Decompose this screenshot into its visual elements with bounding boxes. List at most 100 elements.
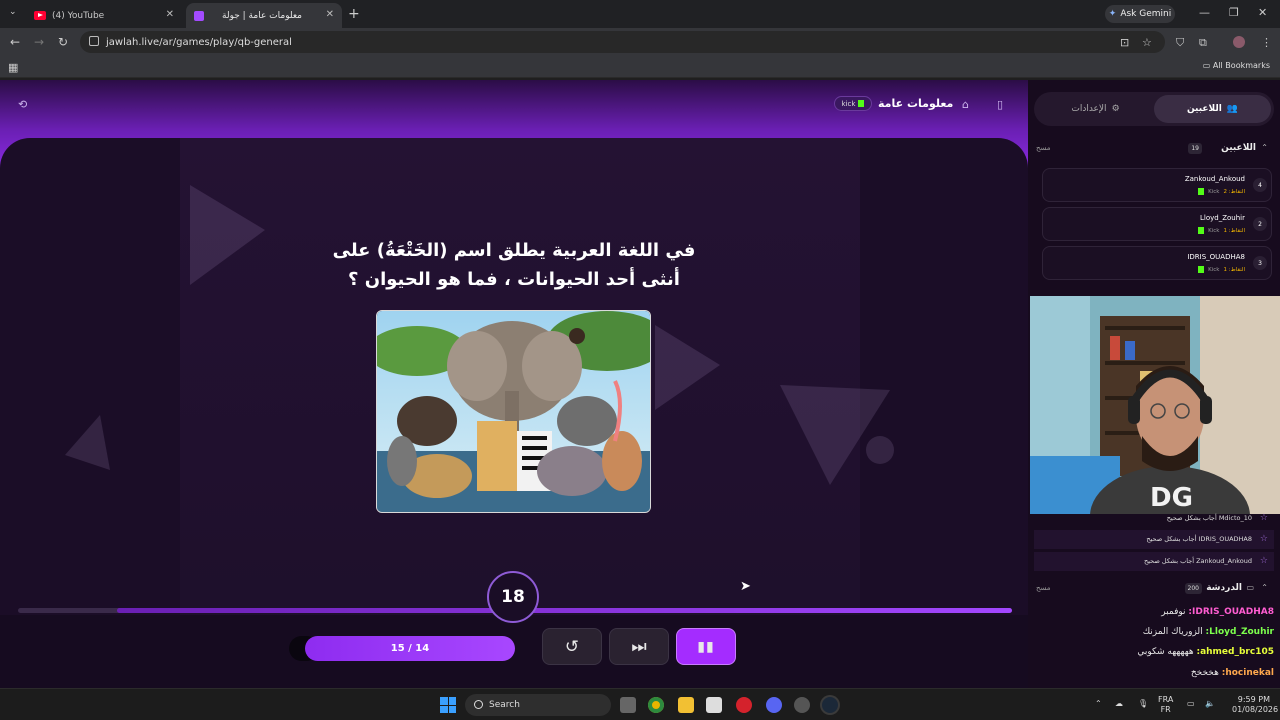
taskbar-search[interactable]: Search bbox=[465, 694, 611, 716]
start-icon[interactable] bbox=[440, 697, 456, 713]
player-name: IDRIS_OUADHA8 bbox=[1187, 253, 1245, 261]
pause-button[interactable]: ▮▮ bbox=[676, 628, 736, 665]
ask-gemini-button[interactable]: ✦ Ask Gemini bbox=[1105, 5, 1175, 23]
home-icon[interactable]: ⌂ bbox=[962, 98, 969, 111]
site-info-icon[interactable] bbox=[89, 36, 99, 46]
close-tab-icon[interactable]: ✕ bbox=[326, 9, 334, 20]
player-rank: 2 bbox=[1253, 217, 1267, 231]
sidebar-tabs: الإعدادات ⚙ اللاعبين 👥 bbox=[1034, 92, 1274, 126]
players-section-header[interactable]: مسح 19 اللاعبين ⌃ bbox=[1036, 141, 1272, 157]
animals-illustration bbox=[377, 311, 650, 512]
all-bookmarks-button[interactable]: ▭ All Bookmarks bbox=[1203, 61, 1270, 70]
kick-icon bbox=[1198, 227, 1205, 234]
restart-button[interactable]: ↺ bbox=[542, 628, 602, 665]
platform-badge: kick bbox=[834, 96, 872, 111]
chat-section-label: الدردشة bbox=[1206, 583, 1242, 593]
folder-icon: ▭ bbox=[1202, 61, 1211, 70]
microphone-icon[interactable]: 🎙 bbox=[1138, 699, 1148, 709]
players-tab-label: اللاعبين bbox=[1186, 104, 1222, 114]
new-tab-icon[interactable]: + bbox=[348, 6, 360, 22]
chevron-up-icon[interactable]: ⌃ bbox=[1261, 143, 1268, 152]
skip-next-icon: ⏭ bbox=[631, 636, 647, 657]
discord-icon[interactable] bbox=[766, 697, 782, 713]
minimize-icon[interactable]: — bbox=[1199, 6, 1210, 19]
players-count-badge: 19 bbox=[1188, 143, 1202, 154]
tab-search-icon[interactable]: ⌄ bbox=[9, 7, 17, 17]
feed-text: Mdicto_10 أجاب بشكل صحيح bbox=[1166, 514, 1252, 522]
chat-text: الزورياك المزنك bbox=[1142, 627, 1203, 637]
star-icon: ☆ bbox=[1259, 556, 1268, 566]
question-text: في اللغة العربية يطلق اسم (الخَتْعَةُ) ع… bbox=[300, 236, 728, 294]
address-bar[interactable]: jawlah.live/ar/games/play/qb-general bbox=[80, 31, 1165, 53]
tray-chevron-icon[interactable]: ⌃ bbox=[1095, 699, 1102, 709]
tab-settings[interactable]: الإعدادات ⚙ bbox=[1037, 95, 1154, 123]
clock-time: 9:59 PM bbox=[1237, 695, 1270, 704]
kick-icon bbox=[1198, 266, 1205, 273]
restore-icon[interactable]: ❐ bbox=[1229, 6, 1239, 19]
close-window-icon[interactable]: ✕ bbox=[1258, 6, 1267, 19]
kick-icon bbox=[858, 100, 865, 107]
menu-icon[interactable]: ⋮ bbox=[1261, 36, 1272, 49]
clock[interactable]: 9:59 PM 01/08/2026 bbox=[1232, 695, 1278, 715]
close-tab-icon[interactable]: ✕ bbox=[166, 9, 174, 20]
star-icon: ☆ bbox=[1259, 534, 1268, 544]
browser-tab-strip: ⌄ (4) YouTube ✕ معلومات عامة | جولة ✕ + … bbox=[0, 0, 1280, 28]
chat-section-header[interactable]: مسح 200 الدردشة ▭ ⌃ bbox=[1036, 581, 1272, 597]
player-points: النقاط: 1 bbox=[1223, 266, 1245, 273]
apps-grid-icon[interactable]: ▦ bbox=[8, 61, 18, 74]
feed-item: IDRIS_OUADHA8 أجاب بشكل صحيح ☆ bbox=[1034, 530, 1274, 549]
tab-title: (4) YouTube bbox=[52, 10, 105, 21]
clear-chat-button[interactable]: مسح bbox=[1036, 584, 1051, 592]
volume-icon[interactable]: 🔈 bbox=[1205, 699, 1215, 709]
forward-icon[interactable]: → bbox=[34, 35, 44, 49]
settings-gear-icon[interactable] bbox=[794, 697, 810, 713]
player-points: النقاط: 1 bbox=[1223, 227, 1245, 234]
task-view-icon[interactable] bbox=[620, 697, 636, 713]
jawlah-icon bbox=[194, 10, 204, 21]
shield-icon[interactable]: ⛉ bbox=[1176, 36, 1184, 50]
player-card[interactable]: IDRIS_OUADHA8 Kick النقاط: 1 3 bbox=[1042, 246, 1272, 280]
reload-icon[interactable]: ↻ bbox=[58, 35, 68, 49]
snipping-tool-icon[interactable] bbox=[706, 697, 722, 713]
player-name: Zankoud_Ankoud bbox=[1184, 175, 1245, 183]
tab-players[interactable]: اللاعبين 👥 bbox=[1154, 95, 1271, 123]
tab-jawlah[interactable]: معلومات عامة | جولة ✕ bbox=[186, 3, 342, 28]
tab-title: معلومات عامة | جولة bbox=[222, 10, 302, 21]
language-indicator[interactable]: FRA FR bbox=[1158, 695, 1173, 715]
decorative-triangle bbox=[190, 185, 265, 285]
mouse-cursor-icon: ➤ bbox=[740, 579, 751, 594]
steam-icon[interactable] bbox=[822, 697, 838, 713]
player-platform: Kick bbox=[1208, 188, 1220, 195]
sliders-icon: ⚙ bbox=[1111, 104, 1120, 114]
chat-username: IDRIS_OUADHA8: bbox=[1188, 607, 1274, 617]
sidebar-toggle-icon[interactable]: ▯ bbox=[997, 98, 1003, 111]
url-text: jawlah.live/ar/games/play/qb-general bbox=[106, 36, 292, 48]
pause-icon: ▮▮ bbox=[697, 638, 715, 655]
translate-icon[interactable]: ⊡ bbox=[1120, 36, 1129, 49]
skip-button[interactable]: ⏭ bbox=[609, 628, 669, 665]
file-explorer-icon[interactable] bbox=[678, 697, 694, 713]
feed-text: IDRIS_OUADHA8 أجاب بشكل صحيح bbox=[1146, 535, 1252, 543]
chevron-up-icon[interactable]: ⌃ bbox=[1261, 583, 1268, 592]
refresh-icon[interactable]: ⟲ bbox=[18, 98, 27, 111]
back-icon[interactable]: ← bbox=[10, 35, 20, 49]
player-card[interactable]: Lloyd_Zouhir Kick النقاط: 1 2 bbox=[1042, 207, 1272, 241]
onedrive-icon[interactable]: ☁ bbox=[1115, 699, 1123, 709]
player-card[interactable]: Zankoud_Ankoud Kick النقاط: 2 4 bbox=[1042, 168, 1272, 202]
opera-icon[interactable] bbox=[736, 697, 752, 713]
time-progress-fill bbox=[117, 608, 1012, 613]
profile-avatar[interactable] bbox=[1233, 36, 1245, 48]
feed-item: Zankoud_Ankoud أجاب بشكل صحيح ☆ bbox=[1034, 552, 1274, 571]
player-platform: Kick bbox=[1208, 266, 1220, 273]
network-icon[interactable]: ▭ bbox=[1187, 699, 1195, 709]
language-code: FRA bbox=[1158, 695, 1174, 704]
game-title: معلومات عامة bbox=[878, 97, 954, 110]
chrome-icon[interactable] bbox=[648, 697, 664, 713]
chat-message: ahmed_brc105: هههههه شكوبي bbox=[1036, 643, 1274, 661]
windows-taskbar: Search ⌃ ☁ 🎙 FRA FR ▭ 🔈 9:59 PM 01/08/2026 bbox=[0, 688, 1280, 720]
clear-players-button[interactable]: مسح bbox=[1036, 144, 1051, 152]
extensions-icon[interactable]: ⧉ bbox=[1199, 36, 1207, 50]
question-counter: 15 / 14 bbox=[305, 636, 515, 661]
bookmark-star-icon[interactable]: ☆ bbox=[1142, 36, 1152, 49]
tab-youtube[interactable]: (4) YouTube ✕ bbox=[26, 3, 182, 28]
